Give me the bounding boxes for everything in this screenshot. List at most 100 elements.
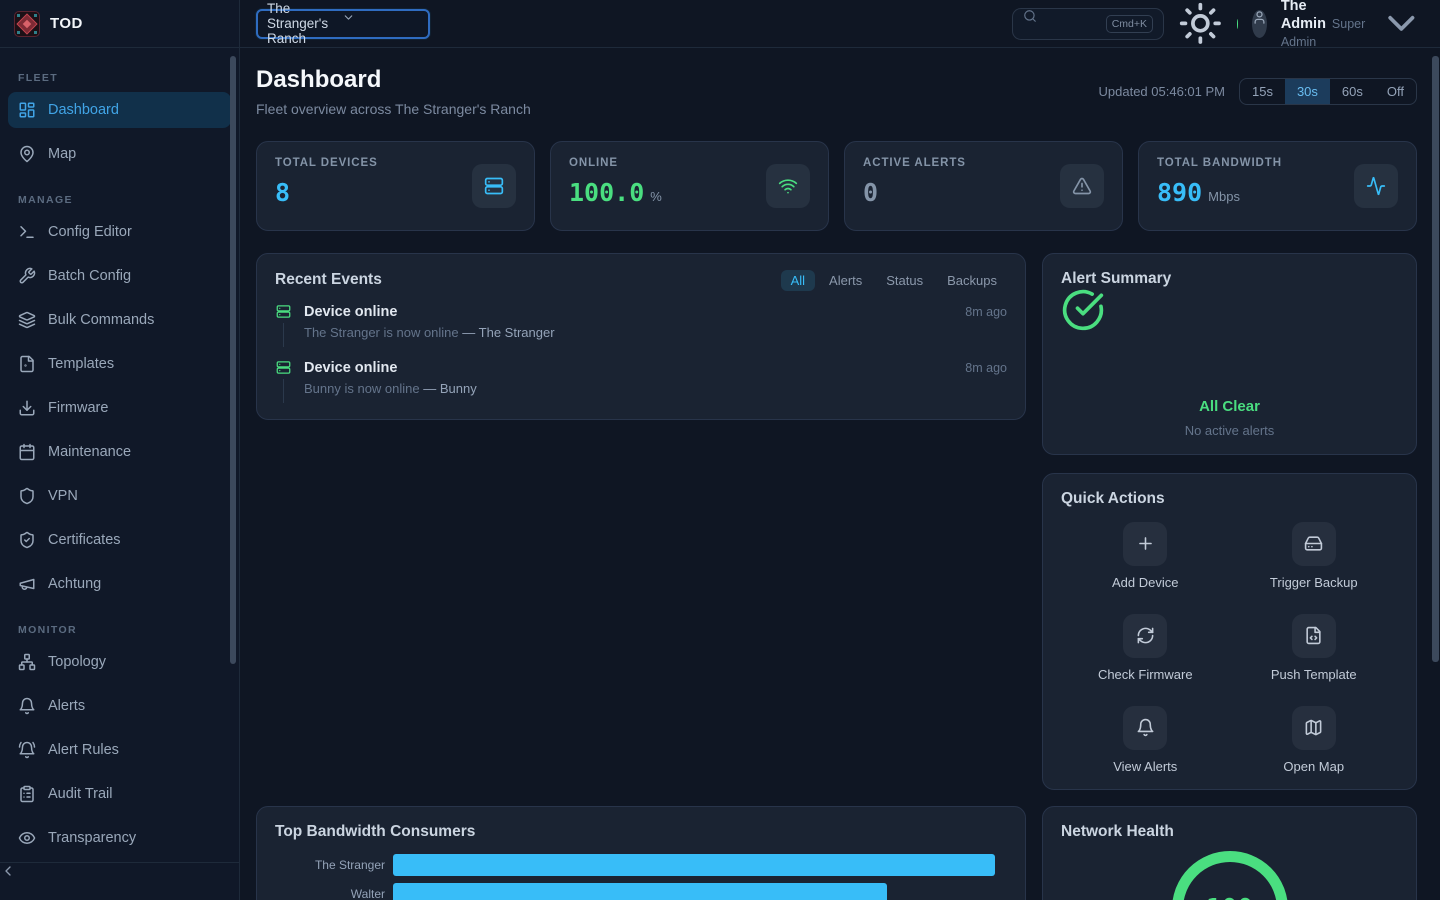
- avatar[interactable]: [1252, 10, 1267, 38]
- event-rail: [275, 360, 291, 403]
- wifi-icon: [778, 176, 798, 196]
- page-header: Dashboard Fleet overview across The Stra…: [256, 66, 1417, 117]
- event-filter-status[interactable]: Status: [876, 270, 933, 291]
- bandwidth-bar-row: Walter: [275, 883, 1007, 900]
- stat-icon-tile: [1060, 164, 1104, 208]
- check-circle-icon: [1061, 288, 1398, 385]
- event-filter-backups[interactable]: Backups: [937, 270, 1007, 291]
- sidebar: TOD FLEETDashboardMapMANAGEConfig Editor…: [0, 0, 240, 900]
- refresh-option-60s[interactable]: 60s: [1330, 79, 1375, 104]
- calendar-icon: [18, 443, 36, 461]
- chevron-down-icon: [342, 11, 419, 37]
- theme-toggle-sun-icon[interactable]: [1178, 1, 1223, 46]
- sidebar-item-achtung[interactable]: Achtung: [8, 566, 231, 602]
- sidebar-item-dashboard[interactable]: Dashboard: [8, 92, 231, 128]
- network-health-value: 100: [1206, 894, 1253, 900]
- org-select[interactable]: The Stranger's Ranch: [256, 9, 430, 39]
- eye-icon: [18, 829, 36, 847]
- quick-action-check-firmware[interactable]: Check Firmware: [1061, 614, 1230, 682]
- refresh-option-15s[interactable]: 15s: [1240, 79, 1285, 104]
- stat-card-online: ONLINE100.0%: [550, 141, 829, 231]
- sidebar-item-map[interactable]: Map: [8, 136, 231, 172]
- sidebar-collapse-button[interactable]: [0, 862, 239, 900]
- sidebar-item-alerts[interactable]: Alerts: [8, 688, 231, 724]
- quick-action-trigger-backup[interactable]: Trigger Backup: [1230, 522, 1399, 590]
- quick-action-label: Add Device: [1112, 575, 1178, 590]
- sidebar-scrollbar-thumb[interactable]: [230, 56, 236, 664]
- org-select-value: The Stranger's Ranch: [267, 1, 334, 46]
- quick-action-tile: [1123, 522, 1167, 566]
- sidebar-item-templates[interactable]: Templates: [8, 346, 231, 382]
- sidebar-item-label: Alert Rules: [48, 742, 119, 758]
- recent-events-title: Recent Events: [275, 271, 382, 289]
- event-timeline-connector: [283, 323, 284, 347]
- bandwidth-bar: [393, 854, 995, 876]
- bandwidth-consumers-card: Top Bandwidth Consumers The StrangerWalt…: [256, 806, 1026, 900]
- sidebar-section-label: MANAGE: [8, 180, 231, 214]
- bandwidth-bar-track: [393, 854, 1007, 876]
- bell-icon: [1136, 718, 1155, 737]
- bandwidth-chart-title: Top Bandwidth Consumers: [275, 823, 475, 840]
- recent-events-card: Recent Events AllAlertsStatusBackups Dev…: [256, 253, 1026, 420]
- sidebar-item-batch-config[interactable]: Batch Config: [8, 258, 231, 294]
- user-menu-chevron-icon[interactable]: [1379, 1, 1424, 46]
- stat-suffix: Mbps: [1208, 189, 1240, 204]
- sidebar-section-label: FLEET: [8, 58, 231, 92]
- event-filter-alerts[interactable]: Alerts: [819, 270, 872, 291]
- sidebar-item-alert-rules[interactable]: Alert Rules: [8, 732, 231, 768]
- main-scrollbar-thumb[interactable]: [1432, 56, 1439, 662]
- user-menu[interactable]: The AdminSuper Admin: [1281, 0, 1365, 51]
- app-root: TOD FLEETDashboardMapMANAGEConfig Editor…: [0, 0, 1440, 900]
- quick-action-push-template[interactable]: Push Template: [1230, 614, 1399, 682]
- sidebar-item-transparency[interactable]: Transparency: [8, 820, 231, 856]
- event-top: Device online8m ago: [304, 304, 1007, 320]
- updated-timestamp: Updated 05:46:01 PM: [1099, 84, 1225, 99]
- app-logo-icon: [14, 11, 40, 37]
- quick-action-add-device[interactable]: Add Device: [1061, 522, 1230, 590]
- sidebar-item-topology[interactable]: Topology: [8, 644, 231, 680]
- stat-label: ACTIVE ALERTS: [863, 157, 966, 169]
- sidebar-item-label: Batch Config: [48, 268, 131, 284]
- stat-card-text: TOTAL BANDWIDTH890Mbps: [1157, 157, 1282, 215]
- event-body: Device online8m agoBunny is now online —…: [304, 360, 1007, 403]
- file-code-icon: [1304, 626, 1323, 645]
- stat-icon-tile: [472, 164, 516, 208]
- event-device-name: — Bunny: [423, 381, 476, 396]
- sidebar-item-label: Topology: [48, 654, 106, 670]
- search-icon: [1023, 9, 1090, 39]
- refresh-option-30s[interactable]: 30s: [1285, 79, 1330, 104]
- search-shortcut-badge: Cmd+K: [1106, 15, 1153, 33]
- quick-action-tile: [1292, 706, 1336, 750]
- event-description-text: The Stranger is now online: [304, 325, 459, 340]
- event-filter-all[interactable]: All: [781, 270, 815, 291]
- bell-icon: [18, 697, 36, 715]
- quick-action-view-alerts[interactable]: View Alerts: [1061, 706, 1230, 774]
- sidebar-item-firmware[interactable]: Firmware: [8, 390, 231, 426]
- bandwidth-bar-track: [393, 883, 1007, 900]
- page-subtitle: Fleet overview across The Stranger's Ran…: [256, 101, 531, 117]
- network-icon: [18, 653, 36, 671]
- plus-icon: [1136, 534, 1155, 553]
- sidebar-section-label: MONITOR: [8, 610, 231, 644]
- event-description-text: Bunny is now online: [304, 381, 420, 396]
- event-description: Bunny is now online — Bunny: [304, 381, 1007, 396]
- sidebar-item-vpn[interactable]: VPN: [8, 478, 231, 514]
- quick-actions-title: Quick Actions: [1061, 490, 1165, 507]
- quick-actions-card: Quick Actions Add Device Trigger Backup Ch…: [1042, 473, 1417, 790]
- refresh-option-off[interactable]: Off: [1375, 79, 1416, 104]
- sidebar-item-bulk-commands[interactable]: Bulk Commands: [8, 302, 231, 338]
- layers-icon: [18, 311, 36, 329]
- quick-action-label: Trigger Backup: [1270, 575, 1358, 590]
- megaphone-icon: [18, 575, 36, 593]
- quick-action-open-map[interactable]: Open Map: [1230, 706, 1399, 774]
- quick-action-tile: [1123, 706, 1167, 750]
- alert-triangle-icon: [1072, 176, 1092, 196]
- event-title: Device online: [304, 304, 397, 320]
- sidebar-item-certificates[interactable]: Certificates: [8, 522, 231, 558]
- event-title: Device online: [304, 360, 397, 376]
- sidebar-item-maintenance[interactable]: Maintenance: [8, 434, 231, 470]
- sidebar-item-config-editor[interactable]: Config Editor: [8, 214, 231, 250]
- search-box[interactable]: Cmd+K: [1012, 8, 1164, 40]
- sidebar-item-audit-trail[interactable]: Audit Trail: [8, 776, 231, 812]
- dashboard-icon: [18, 101, 36, 119]
